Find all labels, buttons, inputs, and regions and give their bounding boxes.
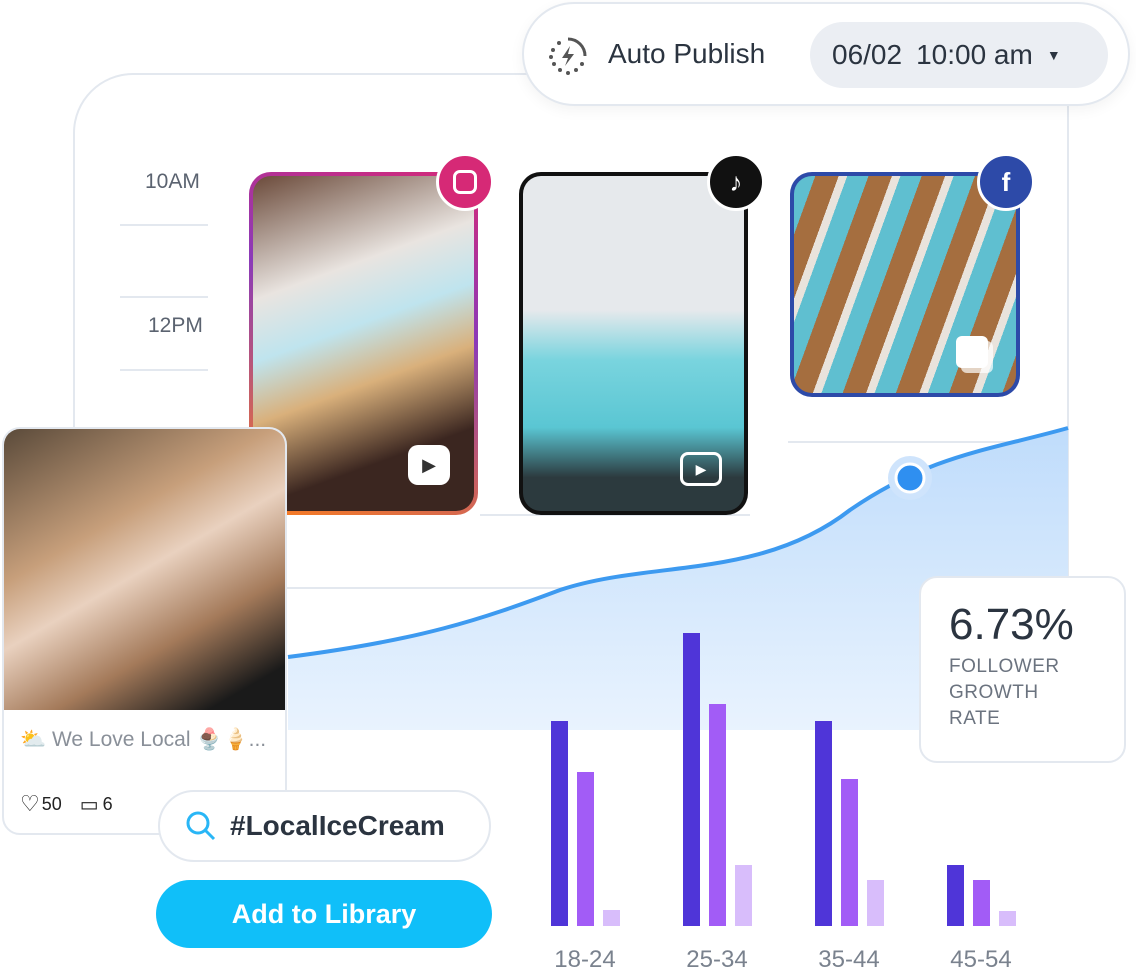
bar-25-34-series-1 [683,633,700,926]
bar-45-54-series-1 [947,865,964,926]
bar-35-44-series-3 [867,880,884,926]
bar-25-34-series-2 [709,704,726,926]
bar-18-24-series-3 [603,910,620,926]
bar-18-24-series-1 [551,721,568,926]
bar-label: 45-54 [950,946,1012,973]
bar-35-44-series-2 [841,779,858,926]
bar-18-24-series-2 [577,772,594,926]
bar-35-44-series-1 [815,721,832,926]
bar-label: 18-24 [554,946,616,973]
bar-25-34-series-3 [735,865,752,926]
bar-label: 25-34 [686,946,748,973]
bar-45-54-series-3 [999,911,1016,926]
age-bar-chart [551,633,1016,926]
bar-45-54-series-2 [973,880,990,926]
bar-label: 35-44 [818,946,880,973]
